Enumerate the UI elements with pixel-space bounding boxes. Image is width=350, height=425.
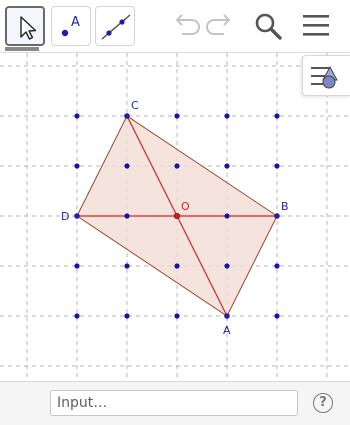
line-tool-button[interactable]	[95, 6, 135, 46]
grid-point[interactable]	[224, 213, 230, 219]
grid-point[interactable]	[274, 113, 280, 119]
grid-point[interactable]	[124, 163, 130, 169]
style-bar-button[interactable]	[302, 55, 350, 96]
grid-point[interactable]	[74, 263, 80, 269]
point-tool-icon: A	[61, 15, 80, 37]
point-a[interactable]	[224, 313, 230, 319]
point-o[interactable]	[173, 212, 181, 220]
grid-point[interactable]	[274, 163, 280, 169]
grid-point[interactable]	[224, 163, 230, 169]
grid-point[interactable]	[74, 163, 80, 169]
redo-icon	[206, 14, 231, 35]
point-a-label: A	[223, 324, 231, 337]
point-b-label: B	[281, 200, 289, 213]
point-d[interactable]	[74, 213, 80, 219]
point-tool-label: A	[71, 15, 80, 30]
grid-point[interactable]	[174, 263, 180, 269]
search-icon	[255, 13, 282, 40]
grid-point[interactable]	[124, 213, 130, 219]
input-bar: ?	[0, 381, 350, 425]
graphics-view[interactable]: C D O B A	[0, 53, 350, 380]
menu-button[interactable]	[298, 8, 334, 44]
point-b[interactable]	[274, 213, 280, 219]
grid-point[interactable]	[224, 113, 230, 119]
move-tool-icon	[20, 16, 37, 40]
grid-point[interactable]	[124, 313, 130, 319]
undo-button[interactable]	[168, 8, 204, 44]
menu-icon	[303, 15, 329, 36]
point-o-label: O	[181, 200, 190, 213]
grid-point[interactable]	[74, 313, 80, 319]
point-tool-button[interactable]: A	[51, 6, 91, 46]
selected-tool-indicator	[5, 47, 39, 51]
input-field[interactable]	[50, 390, 298, 416]
help-button[interactable]: ?	[313, 393, 333, 413]
line-tool-icon	[101, 14, 131, 40]
redo-button[interactable]	[202, 8, 238, 44]
grid-point[interactable]	[274, 263, 280, 269]
grid-point[interactable]	[224, 263, 230, 269]
search-button[interactable]	[250, 8, 286, 44]
move-tool-button[interactable]	[5, 6, 45, 46]
toolbar: A	[0, 0, 350, 52]
grid-point[interactable]	[174, 313, 180, 319]
point-d-label: D	[61, 210, 69, 223]
grid-point[interactable]	[174, 113, 180, 119]
grid-point[interactable]	[174, 163, 180, 169]
undo-icon	[175, 14, 200, 35]
grid-point[interactable]	[74, 113, 80, 119]
grid-point[interactable]	[274, 313, 280, 319]
point-c[interactable]	[124, 113, 130, 119]
style-bar-icon	[311, 65, 338, 89]
grid-point[interactable]	[124, 263, 130, 269]
point-c-label: C	[131, 99, 139, 112]
